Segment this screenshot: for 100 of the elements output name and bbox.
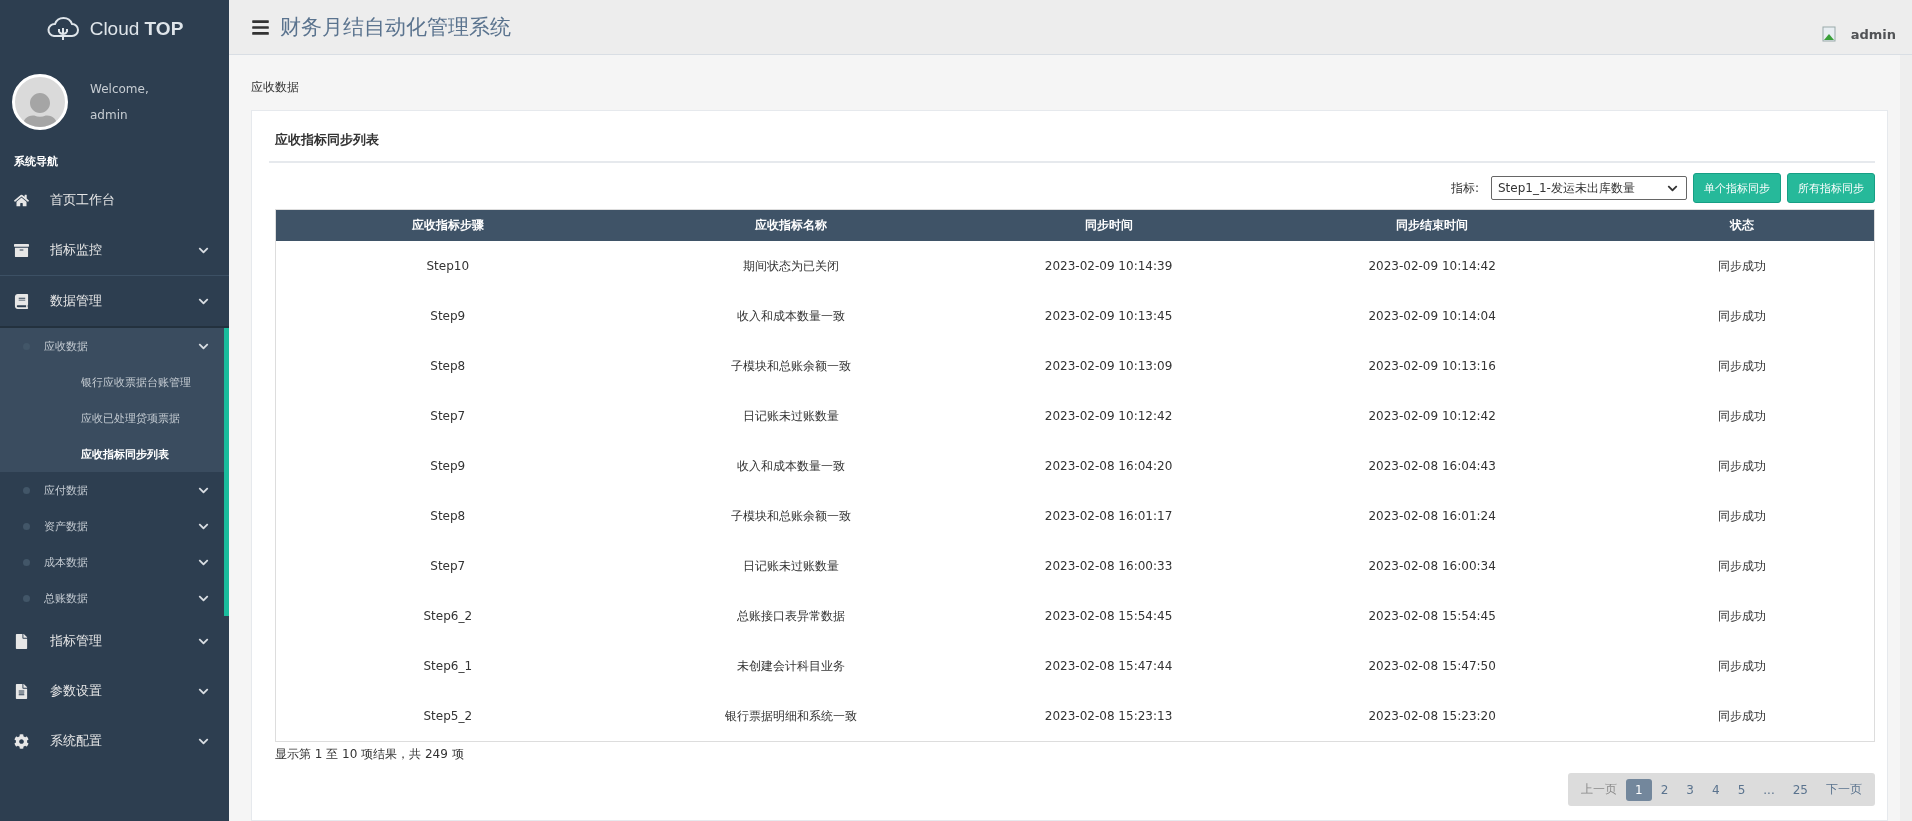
table-cell-text: 2023-02-09 10:12:42 [1367,408,1497,425]
nav-subitem[interactable]: 应付数据 [0,472,224,508]
table-cell-text: 2023-02-08 15:23:20 [1367,708,1497,725]
page-link[interactable]: 1 [1626,778,1652,801]
table-cell-text: 银行票据明细和系统一致 [724,707,859,725]
table-cell-text: 2023-02-09 10:13:45 [1043,308,1174,325]
nav-subitem[interactable]: 成本数据 [0,544,224,580]
table-cell-text: 2023-02-08 15:47:44 [1043,658,1174,675]
table-cell-text: 2023-02-08 15:47:50 [1367,658,1497,675]
table-cell-text: Step7 [429,558,467,575]
nav-icon [14,293,29,309]
table-cell-text: 2023-02-08 16:04:20 [1043,458,1174,475]
nav-icon [14,683,29,699]
column-header: 同步结束时间 [1395,217,1470,234]
table-cell-text: 2023-02-09 10:14:42 [1367,258,1497,275]
column-header: 状态 [1728,217,1756,234]
table-cell-text: 同步成功 [1717,357,1768,375]
table-cell-text: Step8 [429,508,467,525]
table-cell-text: 同步成功 [1717,307,1768,325]
table-cell-text: 同步成功 [1717,707,1768,725]
nav-icon [14,242,29,258]
broken-image-icon [1820,26,1837,42]
nav-heading: 系统导航 [13,154,59,170]
next-page-link[interactable]: 下一页 [1817,777,1871,802]
table-cell-text: 2023-02-08 16:01:24 [1367,508,1497,525]
nav-icon [14,192,29,208]
cloud-logo-icon [45,16,80,42]
filter-label: 指标: [1450,179,1479,197]
nav-subitem[interactable]: 应收数据 [0,328,224,364]
table-cell-text: 同步成功 [1717,457,1768,475]
table-cell-text: 日记账未过账数量 [742,407,841,425]
column-header: 同步时间 [1083,217,1134,234]
tree-node-dot [23,558,30,566]
app-title: 财务月结自动化管理系统 [280,14,512,41]
table-cell-text: 2023-02-09 10:14:39 [1043,258,1174,275]
column-header: 应收指标名称 [754,217,829,234]
page-link[interactable]: 25 [1783,778,1817,801]
page-link[interactable]: 5 [1728,778,1755,801]
table-cell-text: 同步成功 [1717,507,1768,525]
nav-item[interactable]: 首页工作台 [0,175,229,225]
table-cell-text: 同步成功 [1717,657,1768,675]
page-link[interactable]: 3 [1677,778,1703,801]
table-cell-text: 2023-02-08 16:01:17 [1043,508,1174,525]
table-cell-text: 收入和成本数量一致 [736,457,847,475]
table-cell-text: 2023-02-08 15:54:45 [1367,608,1497,625]
nav-subitem[interactable]: 资产数据 [0,508,224,544]
table-cell-text: Step7 [429,408,467,425]
menu-icon[interactable] [251,17,270,37]
table-cell-text: Step9 [429,308,467,325]
table-cell-text: 2023-02-08 16:00:34 [1367,558,1497,575]
table-cell-text: 未创建会计科目业务 [736,657,847,675]
table-cell-text: 2023-02-08 15:54:45 [1043,608,1174,625]
table-cell-text: 2023-02-09 10:13:09 [1043,358,1174,375]
nav-item[interactable]: 指标管理 [0,616,229,666]
welcome-text: Welcome, [90,82,149,96]
table-cell-text: 收入和成本数量一致 [736,307,847,325]
nav-icon [14,733,29,749]
tree-node-dot [23,594,30,602]
table-cell-text: Step10 [425,258,471,275]
result-summary: 显示第 1 至 10 项结果，共 249 项 [274,746,465,763]
page-link[interactable]: 2 [1651,778,1678,801]
nav-link[interactable]: 应收指标同步列表 [0,436,224,472]
nav-item[interactable]: 指标监控 [0,225,229,275]
table-cell-text: 同步成功 [1717,557,1768,575]
table-cell-text: 2023-02-08 16:00:33 [1043,558,1174,575]
table-cell-text: 2023-02-08 16:04:43 [1367,458,1497,475]
nav-link[interactable]: 应收已处理贷项票据 [0,400,224,436]
breadcrumb: 应收数据 [251,79,300,96]
brand-name: Cloud TOP [89,18,184,40]
indicator-select[interactable]: Step1_1-发运未出库数量 [1491,176,1687,200]
nav-item[interactable]: 参数设置 [0,666,229,716]
nav-link[interactable]: 银行应收票据台账管理 [0,364,224,400]
table-cell-text: 同步成功 [1717,607,1768,625]
tree-node-dot [23,486,30,494]
user-name: admin [90,108,129,122]
nav-item[interactable]: 系统配置 [0,716,229,766]
table-cell-text: Step5_2 [422,708,474,725]
table-cell-text: 期间状态为已关闭 [742,257,841,275]
table-cell-text: 2023-02-09 10:13:16 [1367,358,1497,375]
table-cell-text: 子模块和总账余额一致 [730,507,853,525]
nav-subitem[interactable]: 总账数据 [0,580,224,616]
column-header: 应收指标步骤 [410,217,485,234]
table-cell-text: 总账接口表异常数据 [736,607,847,625]
nav-item[interactable]: 数据管理 [0,275,229,328]
table-cell-text: 日记账未过账数量 [742,557,841,575]
table-cell-text: 2023-02-08 15:23:13 [1043,708,1174,725]
user-menu[interactable]: admin [1850,26,1896,42]
card-title: 应收指标同步列表 [269,121,1875,163]
page-link[interactable]: 4 [1703,778,1729,801]
table-cell-text: 2023-02-09 10:12:42 [1043,408,1174,425]
table-cell-text: 2023-02-09 10:14:04 [1367,308,1497,325]
table-cell-text: 子模块和总账余额一致 [730,357,853,375]
page-link[interactable]: ... [1754,778,1784,801]
table-cell-text: Step6_1 [422,658,474,675]
tree-node-dot [23,522,30,530]
table-cell-text: Step8 [429,358,467,375]
nav-icon [14,633,29,649]
table-cell-text: Step6_2 [422,608,474,625]
table-cell-text: Step9 [429,458,467,475]
table-cell-text: 同步成功 [1717,257,1768,275]
